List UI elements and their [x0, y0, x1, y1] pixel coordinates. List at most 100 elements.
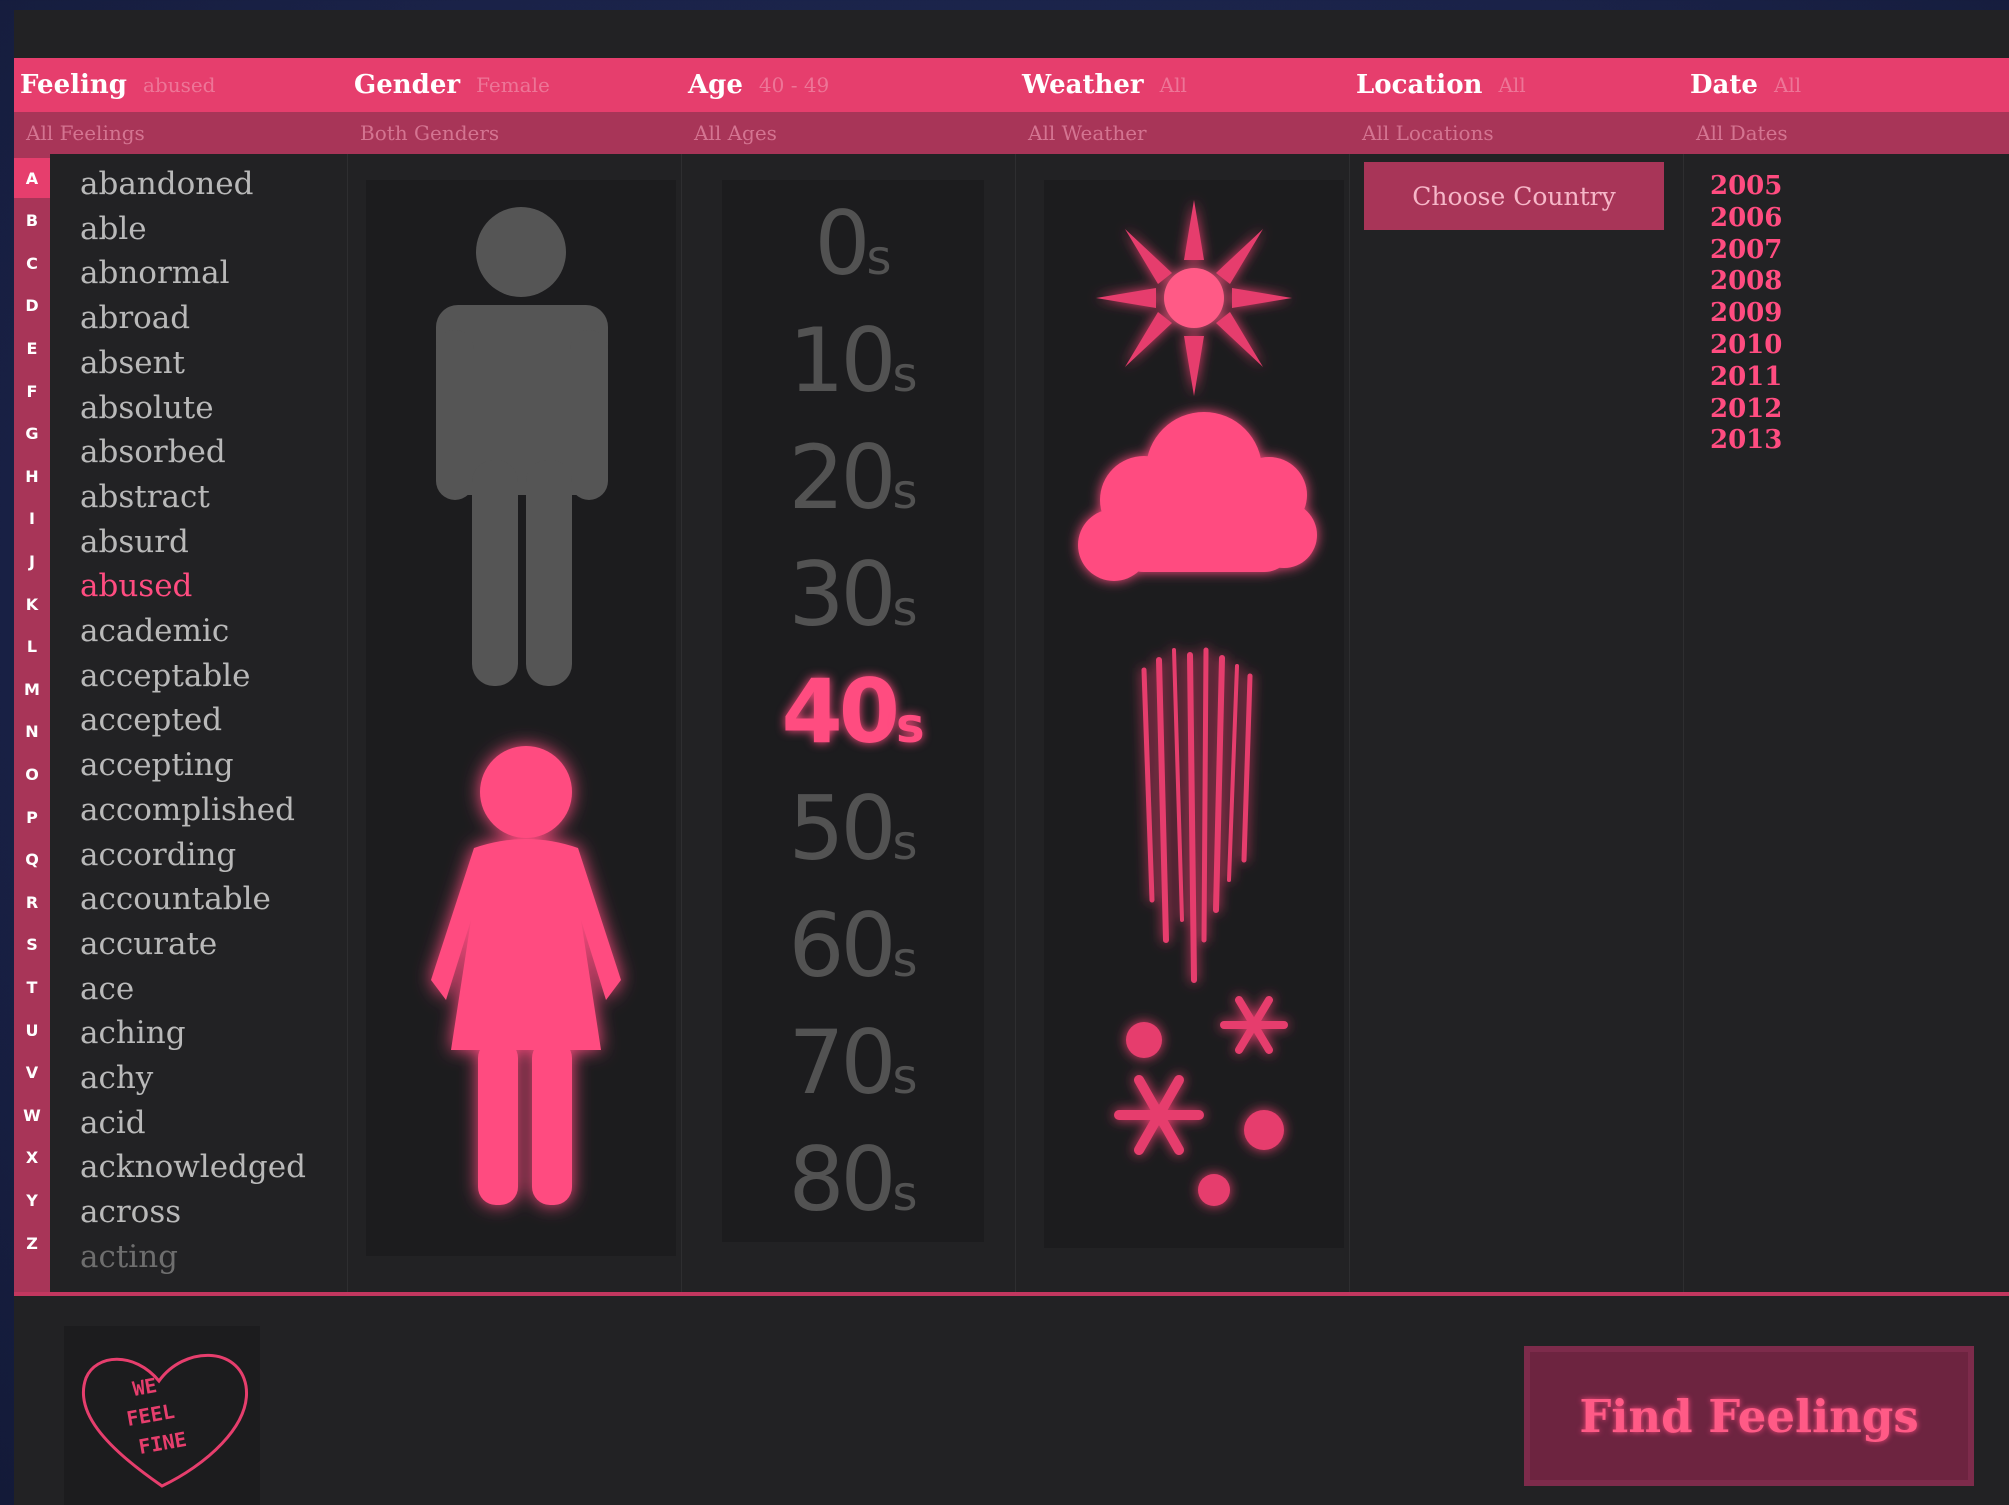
date-item[interactable]: 2011 [1710, 361, 1782, 393]
age-option[interactable]: 70s [722, 1013, 984, 1113]
feeling-item[interactable]: absolute [80, 386, 214, 430]
all-weather-link[interactable]: All Weather [1016, 112, 1147, 154]
feeling-item[interactable]: accepting [80, 743, 234, 787]
age-option[interactable]: 10s [722, 311, 984, 411]
header-weather[interactable]: Weather All [1016, 58, 1187, 112]
feeling-item[interactable]: accepted [80, 698, 222, 742]
alphabet-letter-y[interactable]: Y [14, 1180, 50, 1220]
alphabet-letter-t[interactable]: T [14, 967, 50, 1007]
feeling-item[interactable]: ace [80, 967, 134, 1011]
age-suffix: s [892, 464, 918, 520]
date-item[interactable]: 2012 [1710, 393, 1782, 425]
date-item[interactable]: 2005 [1710, 170, 1782, 202]
alphabet-letter-k[interactable]: K [14, 584, 50, 624]
age-option[interactable]: 40s [722, 662, 984, 762]
date-item[interactable]: 2006 [1710, 202, 1782, 234]
date-item[interactable]: 2009 [1710, 297, 1782, 329]
alphabet-letter-r[interactable]: R [14, 882, 50, 922]
alphabet-letter-f[interactable]: F [14, 371, 50, 411]
alphabet-letter-v[interactable]: V [14, 1053, 50, 1093]
age-suffix: s [892, 581, 918, 637]
age-option[interactable]: 80s [722, 1130, 984, 1230]
feeling-item[interactable]: abused [80, 564, 192, 608]
feeling-item[interactable]: accountable [80, 877, 271, 921]
all-feelings-link[interactable]: All Feelings [14, 112, 145, 154]
find-feelings-button[interactable]: Find Feelings [1524, 1346, 1974, 1486]
alphabet-letter-a[interactable]: A [14, 158, 50, 198]
weather-panel [1044, 180, 1344, 1248]
all-ages-link[interactable]: All Ages [682, 112, 777, 154]
alphabet-letter-s[interactable]: S [14, 925, 50, 965]
feeling-item[interactable]: absorbed [80, 430, 226, 474]
date-item[interactable]: 2007 [1710, 234, 1782, 266]
cloud-icon[interactable] [1078, 412, 1317, 581]
feeling-item[interactable]: acting [80, 1235, 178, 1279]
alphabet-letter-q[interactable]: Q [14, 840, 50, 880]
feeling-item[interactable]: absurd [80, 520, 189, 564]
all-dates-link[interactable]: All Dates [1684, 112, 1788, 154]
date-item[interactable]: 2008 [1710, 265, 1782, 297]
alphabet-letter-x[interactable]: X [14, 1138, 50, 1178]
header-age[interactable]: Age 40 - 49 [682, 58, 829, 112]
age-option[interactable]: 30s [722, 545, 984, 645]
alphabet-letter-j[interactable]: J [14, 541, 50, 581]
feeling-item[interactable]: abroad [80, 296, 190, 340]
feeling-item[interactable]: accomplished [80, 788, 295, 832]
feeling-item[interactable]: acknowledged [80, 1145, 306, 1189]
header-gender-name: Gender [354, 70, 461, 100]
alphabet-letter-l[interactable]: L [14, 627, 50, 667]
snow-icon[interactable] [1114, 996, 1288, 1206]
feeling-item[interactable]: acid [80, 1101, 146, 1145]
choose-country-button[interactable]: Choose Country [1364, 162, 1664, 230]
header-location[interactable]: Location All [1350, 58, 1526, 112]
header-date[interactable]: Date All [1684, 58, 1801, 112]
header-date-name: Date [1690, 70, 1758, 100]
alphabet-letter-o[interactable]: O [14, 754, 50, 794]
date-item[interactable]: 2013 [1710, 424, 1782, 456]
header-weather-name: Weather [1022, 70, 1144, 100]
header-gender[interactable]: Gender Female [348, 58, 550, 112]
feeling-item[interactable]: aching [80, 1011, 186, 1055]
feeling-item[interactable]: accurate [80, 922, 217, 966]
alphabet-letter-z[interactable]: Z [14, 1223, 50, 1263]
alphabet-letter-w[interactable]: W [14, 1095, 50, 1135]
alphabet-letter-d[interactable]: D [14, 286, 50, 326]
alphabet-letter-i[interactable]: I [14, 499, 50, 539]
feeling-item[interactable]: acceptable [80, 654, 250, 698]
male-icon[interactable] [436, 207, 608, 686]
logo-word-1: WE [131, 1373, 159, 1401]
age-decade: 20 [788, 426, 897, 529]
feeling-item[interactable]: absent [80, 341, 185, 385]
header-feeling[interactable]: Feeling abused [14, 58, 215, 112]
alphabet-letter-e[interactable]: E [14, 328, 50, 368]
feeling-item[interactable]: achy [80, 1056, 153, 1100]
age-option[interactable]: 20s [722, 428, 984, 528]
feeling-item[interactable]: abandoned [80, 162, 253, 206]
feeling-item[interactable]: academic [80, 609, 229, 653]
alphabet-letter-m[interactable]: M [14, 669, 50, 709]
feeling-item[interactable]: abnormal [80, 251, 230, 295]
feeling-item[interactable]: across [80, 1190, 181, 1234]
alphabet-letter-b[interactable]: B [14, 201, 50, 241]
alphabet-letter-g[interactable]: G [14, 414, 50, 454]
all-locations-link[interactable]: All Locations [1350, 112, 1494, 154]
age-suffix: s [895, 698, 925, 754]
alphabet-letter-p[interactable]: P [14, 797, 50, 837]
feeling-item[interactable]: according [80, 833, 236, 877]
rain-icon[interactable] [1141, 647, 1253, 983]
sun-icon[interactable] [1096, 200, 1292, 396]
both-genders-link[interactable]: Both Genders [348, 112, 499, 154]
we-feel-fine-logo[interactable]: WE FEEL FINE [64, 1326, 260, 1505]
feeling-item[interactable]: able [80, 207, 147, 251]
age-panel: 0s 10s 20s 30s 40s 50s 60s 70s 80s [722, 180, 984, 1242]
age-option[interactable]: 60s [722, 896, 984, 996]
alphabet-letter-c[interactable]: C [14, 243, 50, 283]
alphabet-letter-n[interactable]: N [14, 712, 50, 752]
age-option[interactable]: 50s [722, 779, 984, 879]
feeling-item[interactable]: abstract [80, 475, 210, 519]
date-item[interactable]: 2010 [1710, 329, 1782, 361]
alphabet-letter-h[interactable]: H [14, 456, 50, 496]
female-icon[interactable] [431, 746, 621, 1205]
alphabet-letter-u[interactable]: U [14, 1010, 50, 1050]
age-option[interactable]: 0s [722, 194, 984, 294]
